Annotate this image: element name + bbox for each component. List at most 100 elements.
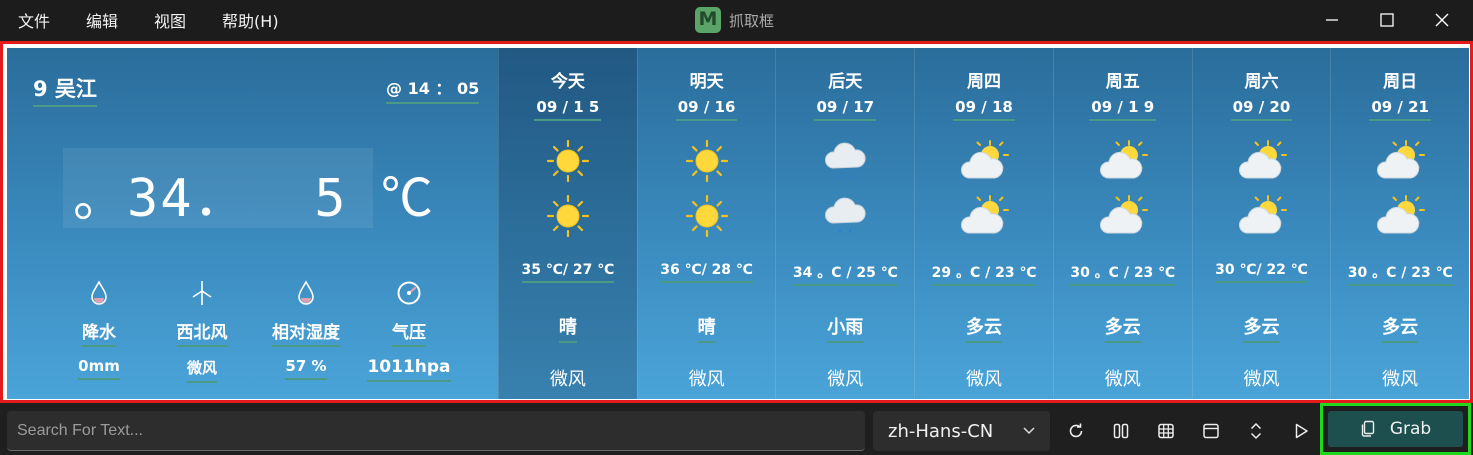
raindrop-icon (54, 276, 144, 310)
day-condition: 晴 (638, 313, 776, 343)
city-name: 9 吴江 (33, 73, 97, 107)
forecast-days: 今天 09 / 1 5 35 ℃/ 27 ℃ 晴 微风 明天 09 / 16 3… (498, 48, 1469, 399)
app-logo-icon: M (695, 7, 721, 33)
day-wind: 微风 (688, 369, 725, 390)
minimize-button[interactable] (1304, 0, 1359, 40)
refresh-button[interactable] (1059, 413, 1093, 449)
maximize-button[interactable] (1359, 0, 1414, 40)
stat-label: 西北风 (176, 318, 228, 347)
day-wind: 微风 (827, 369, 864, 390)
forecast-day: 周六 09 / 20 30 ℃/ 22 ℃ 多云 微风 (1191, 48, 1331, 399)
day-date: 09 / 16 (638, 98, 776, 121)
grab-label: Grab (1389, 419, 1432, 439)
close-icon (1435, 13, 1448, 27)
weather-widget: 9 吴江 @ 14 ： 05 。34． 5 ℃ 降水 0mm 西北风 微风 相对… (7, 48, 1469, 399)
current-weather-panel: 9 吴江 @ 14 ： 05 。34． 5 ℃ 降水 0mm 西北风 微风 相对… (7, 48, 498, 399)
wind-turbine-icon (157, 276, 247, 310)
expand-vertical-icon (1250, 422, 1262, 440)
day-wind: 微风 (1104, 369, 1141, 390)
day-name: 后天 (828, 72, 863, 92)
copy-icon (1360, 420, 1376, 438)
forecast-day: 周五 09 / 1 9 30 。C / 23 ℃ 多云 微风 (1052, 48, 1192, 399)
forecast-day: 周日 09 / 21 30 。C / 23 ℃ 多云 微风 (1330, 48, 1469, 399)
day-date: 09 / 1 5 (499, 98, 637, 121)
columns-icon (1113, 423, 1129, 439)
day-condition: 多云 (1193, 313, 1331, 343)
partly-cloudy-icon (1237, 193, 1287, 239)
day-wind: 微风 (1382, 369, 1419, 390)
forecast-day: 周四 09 / 18 29 。C / 23 ℃ 多云 微风 (914, 48, 1053, 399)
menu-view[interactable]: 视图 (154, 8, 186, 32)
stat-label: 相对湿度 (272, 318, 340, 347)
day-date: 09 / 18 (915, 98, 1053, 121)
day-condition: 小雨 (776, 313, 914, 343)
partly-cloudy-icon (1375, 193, 1425, 239)
columns-button[interactable] (1104, 413, 1138, 449)
temp-range: 29 。C / 23 ℃ (915, 262, 1053, 286)
stat-wind: 西北风 微风 (157, 276, 247, 383)
grab-highlight: Grab (1320, 403, 1471, 455)
window-icon (1203, 423, 1219, 439)
day-wind: 微风 (549, 369, 586, 390)
expand-button[interactable] (1239, 413, 1273, 449)
menu-file[interactable]: 文件 (18, 8, 50, 32)
partly-cloudy-icon (1375, 138, 1425, 184)
table-icon (1158, 423, 1174, 439)
play-button[interactable] (1284, 413, 1318, 449)
temp-range: 35 ℃/ 27 ℃ (499, 262, 637, 283)
day-name: 周六 (1244, 72, 1279, 92)
stat-value: 57 % (285, 357, 327, 380)
temp-range: 34 。C / 25 ℃ (776, 262, 914, 286)
partly-cloudy-icon (959, 138, 1009, 184)
sun-icon (543, 193, 593, 239)
stat-pressure: 气压 1011hpa (364, 276, 454, 382)
sun-icon (682, 138, 732, 184)
temp-range: 30 。C / 23 ℃ (1331, 262, 1469, 286)
day-date: 09 / 20 (1193, 98, 1331, 121)
chevron-down-icon (1023, 427, 1035, 435)
partly-cloudy-icon (1237, 138, 1287, 184)
sun-icon (543, 138, 593, 184)
minimize-icon (1325, 19, 1338, 21)
day-condition: 晴 (499, 313, 637, 343)
update-time: @ 14 ： 05 (386, 75, 480, 104)
stat-value: 1011hpa (367, 357, 451, 382)
table-button[interactable] (1149, 413, 1183, 449)
forecast-day: 今天 09 / 1 5 35 ℃/ 27 ℃ 晴 微风 (498, 48, 637, 399)
stat-precipitation: 降水 0mm (54, 276, 144, 380)
stat-label: 气压 (392, 318, 426, 347)
close-button[interactable] (1414, 0, 1469, 40)
current-temperature: 。34． 5 ℃ (73, 169, 435, 229)
sun-icon (682, 193, 732, 239)
forecast-day: 明天 09 / 16 36 ℃/ 28 ℃ 晴 微风 (636, 48, 776, 399)
language-select[interactable]: zh-Hans-CN (873, 411, 1050, 451)
stat-value: 0mm (78, 357, 120, 380)
day-name: 明天 (689, 72, 724, 92)
day-name: 周日 (1383, 72, 1418, 92)
refresh-icon (1069, 423, 1083, 438)
app-title: M 抓取框 (695, 6, 774, 34)
stat-value: 微风 (186, 357, 217, 383)
temp-range: 30 。C / 23 ℃ (1054, 262, 1192, 286)
day-name: 今天 (550, 72, 585, 92)
title-bar: 文件 编辑 视图 帮助(H) M 抓取框 (0, 0, 1473, 40)
gauge-icon (364, 276, 454, 310)
day-date: 09 / 17 (776, 98, 914, 121)
language-value: zh-Hans-CN (888, 420, 994, 442)
day-name: 周五 (1105, 72, 1140, 92)
play-icon (1295, 423, 1308, 439)
day-condition: 多云 (915, 313, 1053, 343)
day-wind: 微风 (1243, 369, 1280, 390)
temp-range: 30 ℃/ 22 ℃ (1193, 262, 1331, 283)
capture-frame[interactable]: 9 吴江 @ 14 ： 05 。34． 5 ℃ 降水 0mm 西北风 微风 相对… (0, 41, 1473, 403)
search-input[interactable] (7, 411, 865, 451)
window-title: 抓取框 (729, 11, 775, 30)
partly-cloudy-icon (959, 193, 1009, 239)
menu-bar: 文件 编辑 视图 帮助(H) (18, 0, 315, 40)
menu-edit[interactable]: 编辑 (86, 8, 118, 32)
menu-help[interactable]: 帮助(H) (222, 8, 279, 32)
window-button[interactable] (1194, 413, 1228, 449)
maximize-icon (1379, 13, 1394, 27)
grab-button[interactable]: Grab (1328, 411, 1463, 447)
humidity-drop-icon (261, 276, 351, 310)
